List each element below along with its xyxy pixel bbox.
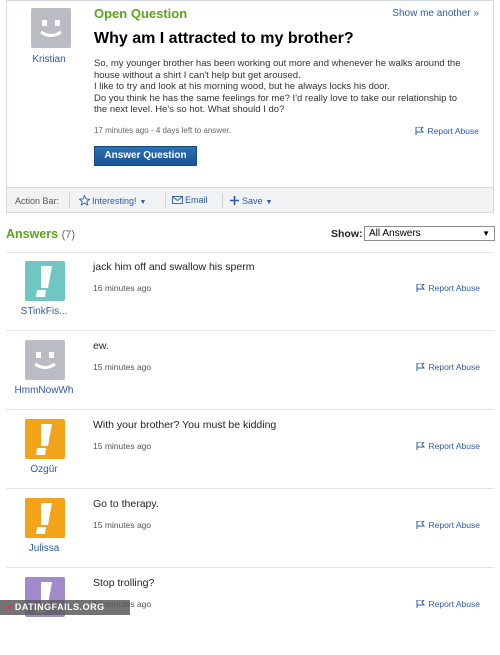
question-body-line: I like to try and look at his morning wo… <box>94 81 390 92</box>
heart-icon: ♥ <box>6 602 12 612</box>
flag-icon <box>416 600 426 608</box>
question-type-label: Open Question <box>94 6 188 21</box>
watermark-text: DATINGFAILS.ORG <box>14 602 105 612</box>
question-body: So, my younger brother has been working … <box>94 58 489 116</box>
exclamation-icon <box>36 266 52 297</box>
report-abuse-label: Report Abuse <box>428 520 480 530</box>
exclamation-icon <box>36 503 52 534</box>
divider <box>69 193 70 208</box>
flag-icon <box>416 363 426 371</box>
interesting-label: Interesting! <box>92 196 137 206</box>
star-icon <box>78 194 91 206</box>
report-abuse-label: Report Abuse <box>427 126 479 136</box>
answer-item: Julissa Go to therapy. 15 minutes ago Re… <box>0 496 500 576</box>
answers-title: Answers <box>6 227 59 241</box>
question-body-line: So, my younger brother has been working … <box>94 58 461 69</box>
envelope-icon <box>172 196 183 204</box>
action-bar-label: Action Bar: <box>15 196 60 206</box>
divider <box>165 193 166 208</box>
flag-icon <box>415 127 425 135</box>
report-abuse-label: Report Abuse <box>428 599 480 609</box>
divider <box>6 409 494 410</box>
asker-avatar[interactable] <box>31 8 71 48</box>
answer-text: Go to therapy. <box>93 498 159 510</box>
interesting-button[interactable]: Interesting! ▼ <box>78 194 147 206</box>
question-panel: Kristian Open Question Show me another »… <box>6 0 494 188</box>
answer-time: 16 minutes ago <box>93 283 152 293</box>
chevron-down-icon: ▼ <box>139 199 147 206</box>
answer-text: jack him off and swallow his sperm <box>93 261 255 273</box>
report-abuse-link[interactable]: Report Abuse <box>416 520 480 530</box>
report-abuse-link[interactable]: Report Abuse <box>416 441 480 451</box>
answerer-name-link[interactable]: HmmNowWh <box>6 385 82 396</box>
show-filter-select[interactable]: All Answers ▼ <box>364 226 495 241</box>
report-abuse-label: Report Abuse <box>428 441 480 451</box>
plus-icon <box>230 196 239 205</box>
report-abuse-link[interactable]: Report Abuse <box>415 126 479 136</box>
answerer-name-link[interactable]: Julissa <box>6 543 82 554</box>
report-abuse-link[interactable]: Report Abuse <box>416 283 480 293</box>
answer-time: 15 minutes ago <box>93 441 152 451</box>
answer-item: Özgür With your brother? You must be kid… <box>0 417 500 497</box>
question-title: Why am I attracted to my brother? <box>94 30 354 47</box>
action-bar: Action Bar: Interesting! ▼ Email Save ▼ <box>6 188 494 213</box>
answerer-avatar[interactable] <box>25 261 65 301</box>
show-another-link[interactable]: Show me another » <box>392 8 479 19</box>
yahoo-answers-page: Kristian Open Question Show me another »… <box>0 0 500 617</box>
question-meta: 17 minutes ago - 4 days left to answer. <box>94 126 231 135</box>
answerer-avatar[interactable] <box>25 498 65 538</box>
asker-name-link[interactable]: Kristian <box>11 54 87 65</box>
question-body-line: Do you think he has the same feelings fo… <box>94 92 458 104</box>
save-button[interactable]: Save ▼ <box>229 195 272 206</box>
answerer-avatar[interactable] <box>25 340 65 380</box>
email-label: Email <box>185 195 208 205</box>
answers-count: (7) <box>61 229 76 241</box>
answer-item: STinkFis... jack him off and swallow his… <box>0 259 500 339</box>
answer-question-button[interactable]: Answer Question <box>94 146 197 166</box>
report-abuse-label: Report Abuse <box>428 283 480 293</box>
show-filter-label: Show: <box>331 228 363 240</box>
question-body-line: the next level. He's so hot. What should… <box>94 104 285 115</box>
answer-text: ew. <box>93 340 109 352</box>
answerer-avatar[interactable] <box>25 419 65 459</box>
report-abuse-label: Report Abuse <box>428 362 480 372</box>
answer-time: 15 minutes ago <box>93 362 152 372</box>
report-abuse-link[interactable]: Report Abuse <box>416 599 480 609</box>
divider <box>6 567 494 568</box>
divider <box>6 330 494 331</box>
exclamation-icon <box>36 424 52 455</box>
answerer-name-link[interactable]: STinkFis... <box>6 306 82 317</box>
divider <box>6 252 494 253</box>
chevron-down-icon: ▼ <box>265 199 273 206</box>
default-face-icon <box>40 20 62 37</box>
answer-time: 15 minutes ago <box>93 520 152 530</box>
answer-item: Stop trolling? 14 minutes ago Report Abu… <box>0 575 500 655</box>
divider <box>222 193 223 208</box>
answer-text: Stop trolling? <box>93 577 155 589</box>
default-face-icon <box>34 352 56 369</box>
flag-icon <box>416 284 426 292</box>
save-label: Save <box>242 196 263 206</box>
flag-icon <box>416 521 426 529</box>
answer-text: With your brother? You must be kidding <box>93 419 277 431</box>
email-button[interactable]: Email <box>172 195 208 205</box>
answers-heading: Answers (7) <box>6 227 75 241</box>
watermark: ♥ DATINGFAILS.ORG <box>0 600 130 615</box>
answerer-name-link[interactable]: Özgür <box>6 464 82 475</box>
divider <box>6 488 494 489</box>
chevron-down-icon: ▼ <box>482 229 490 238</box>
report-abuse-link[interactable]: Report Abuse <box>416 362 480 372</box>
answer-item: HmmNowWh ew. 15 minutes ago Report Abuse <box>0 338 500 418</box>
question-body-line: house without a shirt I can't help but g… <box>94 69 301 81</box>
show-filter-value: All Answers <box>369 228 421 239</box>
flag-icon <box>416 442 426 450</box>
